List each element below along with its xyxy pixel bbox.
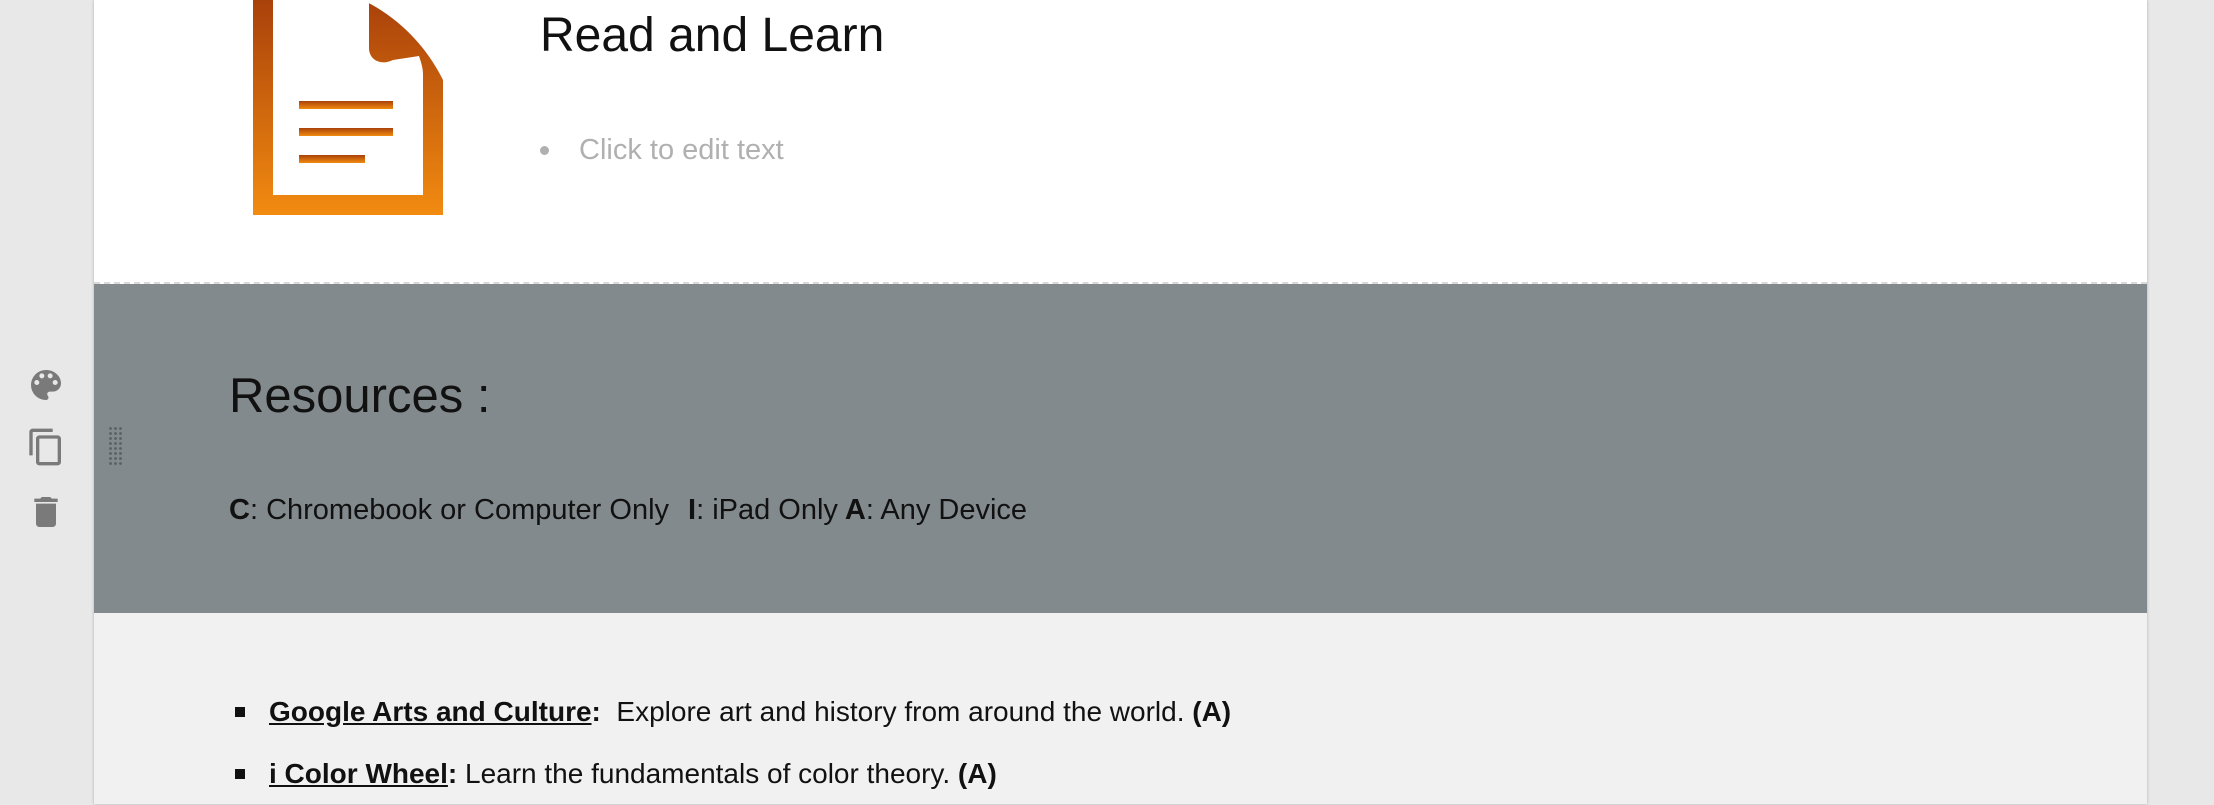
resource-description: Explore art and history from around the … <box>600 696 1193 727</box>
resource-list: Google Arts and Culture: Explore art and… <box>235 681 1231 805</box>
duplicate-button[interactable] <box>26 427 66 467</box>
device-tag: (A) <box>957 758 997 789</box>
copy-icon <box>29 428 61 466</box>
resource-list-section[interactable]: Google Arts and Culture: Explore art and… <box>94 613 2147 804</box>
bullet-dot <box>540 146 549 155</box>
link-separator: : <box>591 696 601 727</box>
list-item: i Color Wheel: Learn the fundamentals of… <box>235 743 1231 805</box>
section-title[interactable]: Read and Learn <box>540 8 884 63</box>
device-legend[interactable]: C: Chromebook or Computer Only I: iPad On… <box>229 494 1027 527</box>
legend-text-c: : Chromebook or Computer Only <box>249 494 670 526</box>
legend-text-a: : Any Device <box>865 494 1028 526</box>
palette-button[interactable] <box>26 365 66 405</box>
resources-title[interactable]: Resources : <box>229 368 490 424</box>
link-separator: : <box>447 758 458 789</box>
placeholder-bullet[interactable]: Click to edit text <box>540 134 784 167</box>
color-wheel-link[interactable]: i Color Wheel <box>269 758 448 790</box>
trash-icon <box>34 497 58 527</box>
delete-button[interactable] <box>26 492 66 532</box>
device-tag: (A) <box>1192 696 1232 727</box>
list-item: Google Arts and Culture: Explore art and… <box>235 681 1231 743</box>
document-icon <box>253 0 443 215</box>
legend-key-c: C <box>229 494 250 526</box>
legend-text-i: : iPad Only <box>696 494 838 526</box>
bullet-square <box>235 707 245 717</box>
drag-handle-icon[interactable] <box>108 426 122 466</box>
palette-icon <box>31 370 61 400</box>
bullet-square <box>235 769 245 779</box>
legend-key-i: I <box>688 494 697 526</box>
read-and-learn-section[interactable]: Read and Learn Click to edit text <box>94 0 2147 284</box>
google-arts-link[interactable]: Google Arts and Culture <box>269 696 592 728</box>
resource-description: Learn the fundamentals of color theory. <box>457 758 958 789</box>
legend-key-a: A <box>844 494 866 526</box>
page-canvas: Read and Learn Click to edit text Resour… <box>94 0 2147 804</box>
resources-section[interactable]: Resources : C: Chromebook or Computer On… <box>94 284 2147 613</box>
placeholder-text: Click to edit text <box>579 134 784 166</box>
